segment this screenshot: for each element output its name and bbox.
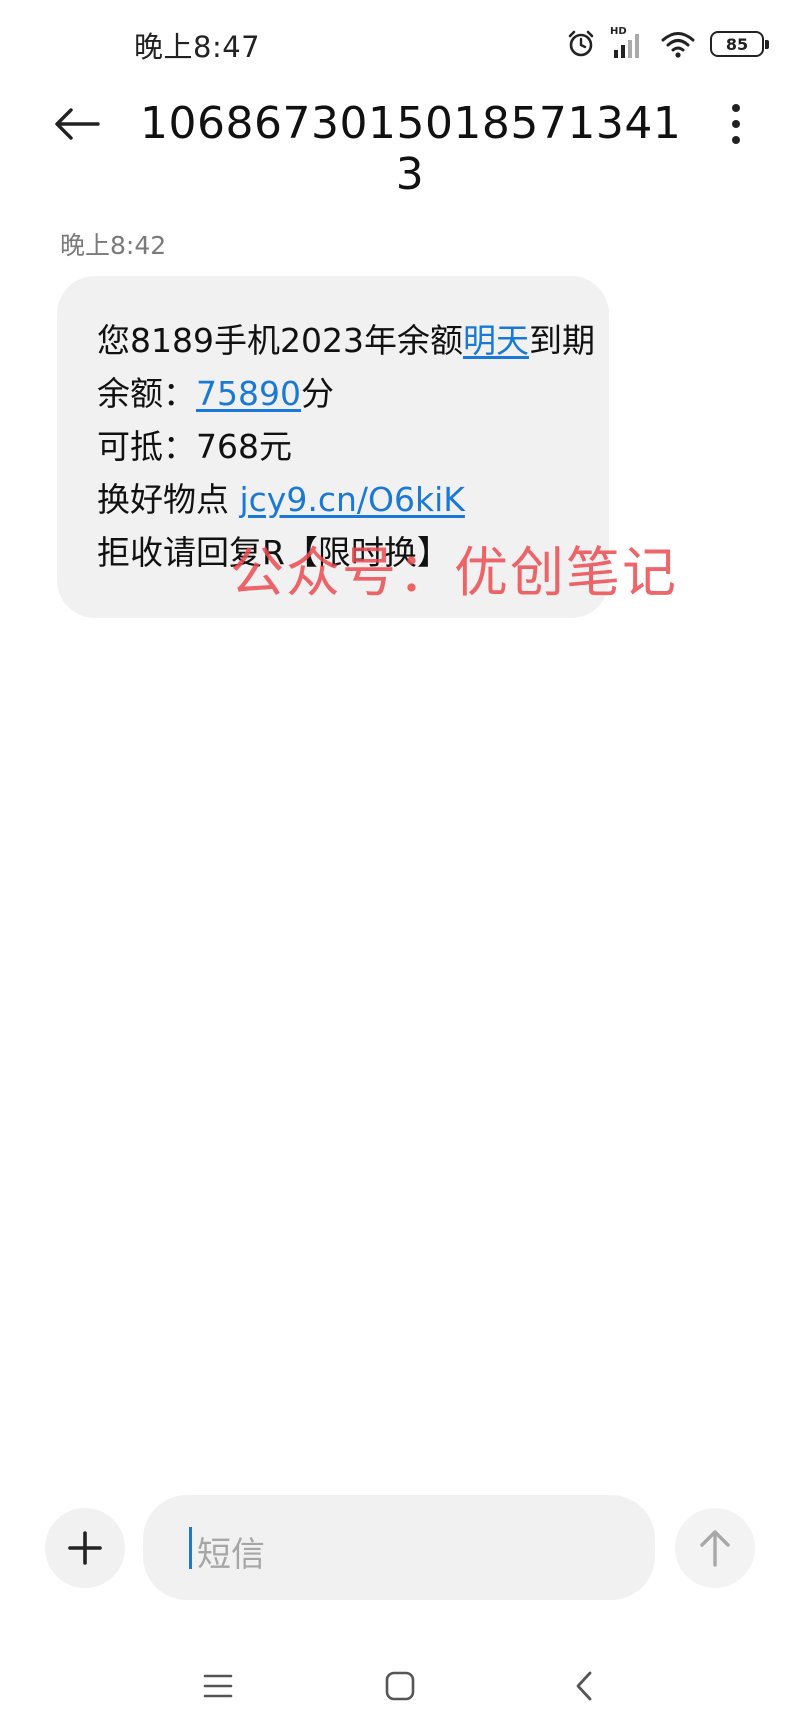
- send-button[interactable]: [675, 1508, 755, 1588]
- message-input[interactable]: 短信: [143, 1495, 655, 1600]
- conversation-header: 1068673015018571341 3: [0, 88, 800, 200]
- home-icon: [385, 1671, 415, 1701]
- battery-level: 85: [725, 34, 749, 54]
- home-button[interactable]: [380, 1666, 420, 1706]
- message-line-2: 余额：75890分: [97, 374, 334, 413]
- alarm-icon: [566, 29, 596, 59]
- battery-icon: 85: [710, 31, 769, 57]
- wifi-icon: [660, 29, 696, 59]
- recent-apps-button[interactable]: [198, 1666, 238, 1706]
- system-back-button[interactable]: [564, 1666, 604, 1706]
- date-link[interactable]: 明天: [463, 321, 529, 360]
- back-chevron-icon: [576, 1671, 592, 1701]
- message-input-placeholder: 短信: [197, 1535, 265, 1575]
- contact-number-title: 1068673015018571341 3: [140, 98, 682, 200]
- more-vertical-icon: [732, 104, 740, 112]
- text-caret: [189, 1527, 192, 1569]
- message-timestamp: 晚上8:42: [60, 231, 167, 260]
- arrow-up-icon: [700, 1530, 730, 1567]
- add-attachment-button[interactable]: [45, 1508, 125, 1588]
- message-line-3: 可抵：768元: [97, 427, 292, 466]
- more-options-button[interactable]: [724, 100, 748, 148]
- message-line-1: 您8189手机2023年余额明天到期: [97, 321, 595, 360]
- status-bar: 晚上8:47 HD 85: [0, 0, 800, 88]
- number-link[interactable]: 75890: [196, 374, 301, 413]
- arrow-left-icon: [55, 108, 100, 140]
- sms-conversation-screen: 晚上8:47 HD 85 1068673015018571341 3 晚上8:4…: [0, 0, 800, 1733]
- system-navigation-bar: [0, 1640, 800, 1733]
- plus-icon: [68, 1531, 102, 1565]
- watermark-text: 公众号：优创笔记: [230, 541, 678, 604]
- status-time: 晚上8:47: [134, 30, 261, 64]
- status-icons: HD 85: [566, 26, 769, 62]
- menu-icon: [203, 1674, 233, 1698]
- url-link[interactable]: jcy9.cn/O6kiK: [240, 480, 465, 519]
- message-line-4: 换好物点 jcy9.cn/O6kiK: [97, 480, 465, 519]
- back-button[interactable]: [54, 102, 106, 146]
- signal-icon: HD: [610, 26, 646, 60]
